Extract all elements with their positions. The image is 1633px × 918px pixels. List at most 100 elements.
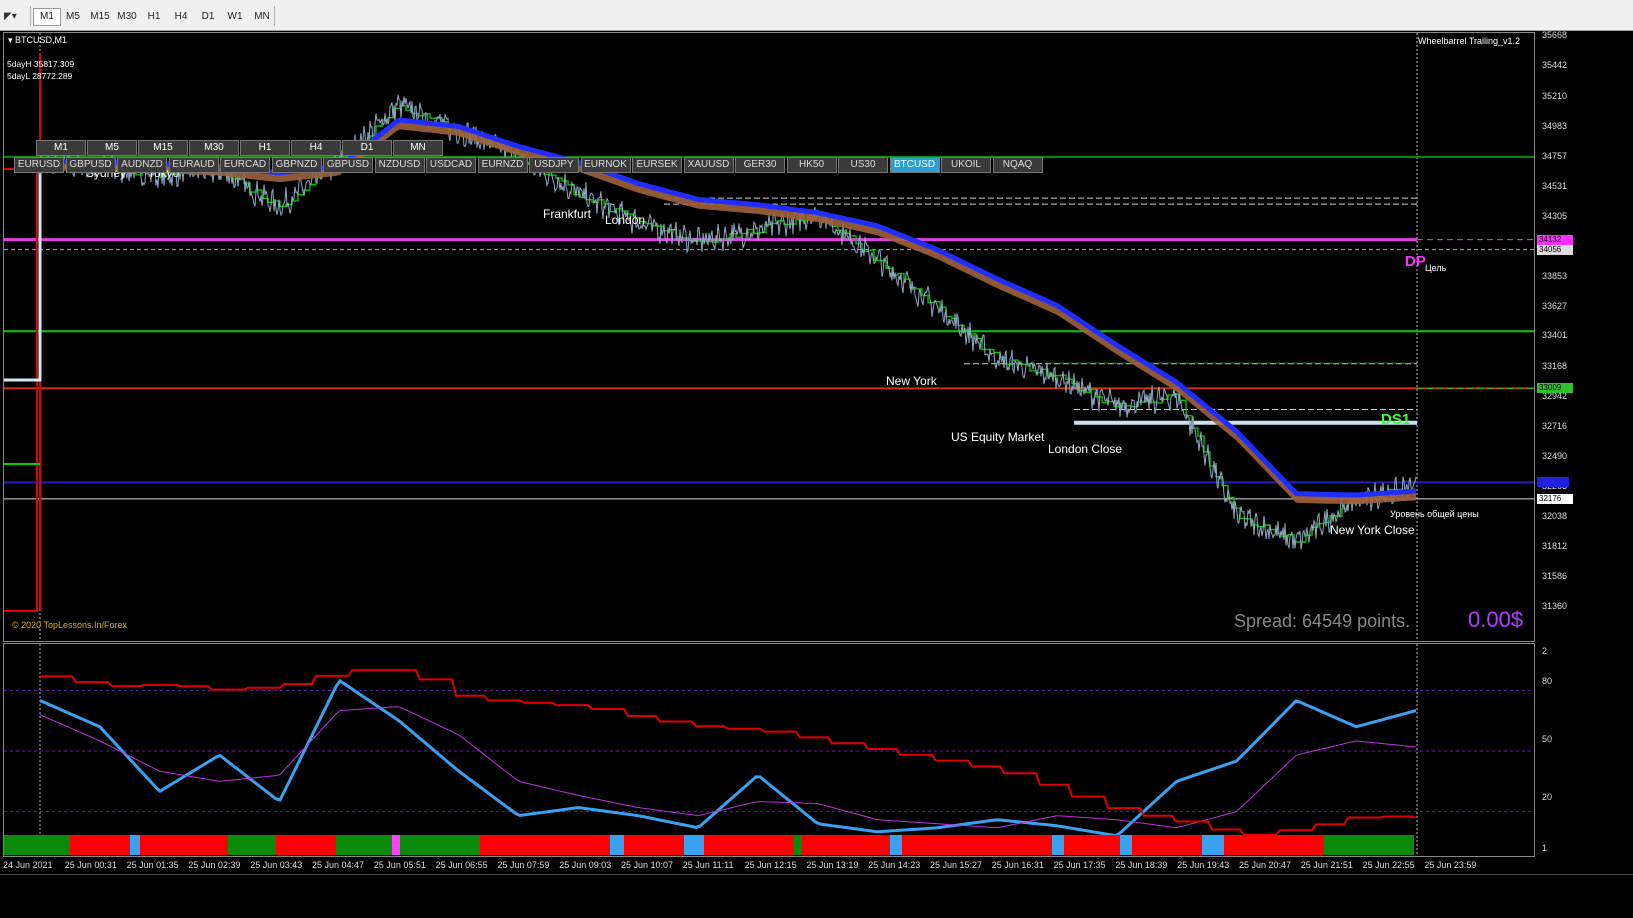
time-tick: 25 Jun 19:43 — [1177, 860, 1230, 870]
toolbar-separator — [30, 6, 31, 26]
panel-timeframe-m5[interactable]: M5 — [87, 140, 137, 156]
timeframe-button-w1[interactable]: W1 — [222, 8, 248, 26]
oscillator-panel[interactable] — [3, 643, 1535, 857]
time-tick: 25 Jun 15:27 — [930, 860, 983, 870]
price-tick: 32038 — [1542, 511, 1568, 522]
symbol-button-16[interactable]: US30 — [838, 157, 888, 173]
time-tick: 25 Jun 02:39 — [188, 860, 241, 870]
signal-ribbon-segment — [704, 835, 794, 855]
timeframe-button-m30[interactable]: M30 — [114, 8, 140, 26]
price-chart-panel[interactable] — [3, 32, 1535, 642]
left-white-band — [4, 173, 42, 382]
symbol-button-17[interactable]: BTCUSD — [889, 157, 940, 173]
symbol-button-5[interactable]: GBPNZD — [271, 157, 322, 173]
oscillator-series-2 — [40, 669, 1417, 836]
signal-ribbon-segment — [1052, 835, 1064, 855]
chart-tools-icon[interactable]: ◤▾ — [4, 11, 17, 22]
panel-timeframe-mn[interactable]: MN — [393, 140, 443, 156]
time-tick: 25 Jun 05:51 — [373, 860, 426, 870]
signal-ribbon-segment — [228, 835, 276, 855]
price-tick: 31586 — [1542, 571, 1568, 582]
time-tick: 25 Jun 17:35 — [1053, 860, 1106, 870]
symbol-button-3[interactable]: EURAUD — [168, 157, 219, 173]
signal-ribbon-segment — [624, 835, 684, 855]
signal-ribbon-segment — [336, 835, 392, 855]
price-tick: 33168 — [1542, 361, 1568, 372]
signal-ribbon-segment — [276, 835, 336, 855]
price-tick: 33401 — [1542, 330, 1568, 341]
time-tick: 25 Jun 09:03 — [559, 860, 612, 870]
symbol-button-15[interactable]: HK50 — [786, 157, 837, 173]
signal-ribbon-segment — [392, 835, 400, 855]
level-label: Уровень общей цены — [1390, 509, 1479, 519]
time-tick: 25 Jun 11:11 — [682, 860, 734, 870]
timeframe-button-h1[interactable]: H1 — [141, 8, 167, 26]
symbol-button-13[interactable]: XAUUSD — [683, 157, 734, 173]
timeframe-button-h4[interactable]: H4 — [168, 8, 194, 26]
price-tick: 33853 — [1542, 270, 1568, 281]
signal-ribbon-segment — [1202, 835, 1224, 855]
timeframe-button-m15[interactable]: M15 — [87, 8, 113, 26]
panel-timeframe-h4[interactable]: H4 — [291, 140, 341, 156]
symbol-button-8[interactable]: USDCAD — [426, 157, 476, 173]
symbol-button-10[interactable]: USDJPY — [529, 157, 579, 173]
timeframe-button-m1[interactable]: M1 — [33, 8, 61, 26]
symbol-button-18[interactable]: UKOIL — [941, 157, 991, 173]
session-new-york-close: New York Close — [1330, 523, 1415, 537]
symbol-button-4[interactable]: EURCAD — [220, 157, 270, 173]
price-tag-label: 33009 — [1537, 383, 1573, 394]
price-tick: 33627 — [1542, 300, 1568, 311]
indicator-name-label: Wheelbarrel Trailing_v1.2 — [1418, 36, 1521, 46]
price-tick: 35442 — [1542, 59, 1568, 70]
bottom-scrollbar[interactable] — [0, 874, 1633, 918]
profit-label: 0.00$ — [1468, 607, 1524, 632]
price-tick: 35668 — [1542, 30, 1568, 40]
symbol-button-0[interactable]: EURUSD — [14, 157, 64, 173]
signal-ribbon-segment — [1120, 835, 1132, 855]
panel-timeframe-m1[interactable]: M1 — [36, 140, 86, 156]
oscillator-tick: 20 — [1542, 792, 1553, 802]
signal-ribbon-segment — [802, 835, 890, 855]
panel-timeframe-m30[interactable]: M30 — [189, 140, 239, 156]
time-tick: 25 Jun 13:19 — [806, 860, 859, 870]
symbol-button-1[interactable]: GBPUSD — [65, 157, 116, 173]
price-tag-label: 34056 — [1537, 244, 1573, 255]
signal-ribbon-segment — [1324, 835, 1414, 855]
ds1-label: DS1 — [1381, 411, 1411, 428]
symbol-button-7[interactable]: NZDUSD — [374, 157, 425, 173]
signal-ribbon-segment — [140, 835, 228, 855]
symbol-button-12[interactable]: EURSEK — [632, 157, 682, 173]
copyright-label: © 2020 TopLessons.In/Forex — [12, 620, 128, 630]
session-london: London — [605, 213, 646, 227]
symbol-button-14[interactable]: GER30 — [735, 157, 785, 173]
signal-ribbon-segment — [684, 835, 704, 855]
timeframe-button-d1[interactable]: D1 — [195, 8, 221, 26]
time-tick: 25 Jun 21:51 — [1300, 860, 1353, 870]
fiveday-low-label: 5dayL 28772.289 — [7, 71, 73, 81]
signal-ribbon-segment — [890, 835, 902, 855]
symbol-button-19[interactable]: NQAQ — [992, 157, 1043, 173]
price-tick: 34305 — [1542, 210, 1568, 221]
time-tick: 25 Jun 07:59 — [497, 860, 550, 870]
oscillator-svg — [4, 644, 1534, 856]
panel-timeframe-m15[interactable]: M15 — [138, 140, 188, 156]
price-tick: 31812 — [1542, 541, 1568, 552]
symbol-button-6[interactable]: GBPUSD — [323, 157, 373, 173]
symbol-button-2[interactable]: AUDNZD — [117, 157, 167, 173]
target-label: Цель — [1425, 263, 1447, 273]
signal-ribbon-segment — [480, 835, 610, 855]
price-tick: 34531 — [1542, 180, 1568, 191]
symbol-button-11[interactable]: EURNOK — [580, 157, 631, 173]
panel-timeframe-d1[interactable]: D1 — [342, 140, 392, 156]
timeframe-button-m5[interactable]: M5 — [60, 8, 86, 26]
timeframe-button-mn[interactable]: MN — [249, 8, 275, 26]
oscillator-series-1 — [39, 706, 1417, 829]
panel-timeframe-h1[interactable]: H1 — [240, 140, 290, 156]
signal-ribbon-segment — [4, 835, 70, 855]
oscillator-tick: 2 — [1542, 646, 1548, 656]
collapse-icon[interactable]: ▾ — [8, 35, 15, 45]
symbol-button-9[interactable]: EURNZD — [477, 157, 528, 173]
session-london-close: London Close — [1048, 442, 1123, 456]
signal-ribbon-segment — [902, 835, 1052, 855]
signal-ribbon-segment — [794, 835, 802, 855]
